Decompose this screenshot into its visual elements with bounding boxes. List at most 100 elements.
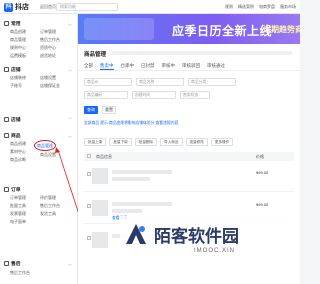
top-nav-cases[interactable]: 精选案例 — [238, 4, 254, 10]
column-price: 价格 — [256, 154, 264, 159]
sidebar-item[interactable]: 退货地址 — [40, 53, 56, 59]
product-price: ¥99.00 — [256, 202, 269, 207]
sidebar-section-common[interactable]: 常用 — [4, 20, 21, 27]
app-logo[interactable]: 抖 抖店 — [4, 2, 29, 12]
sidebar-item[interactable]: 电子面单 — [10, 219, 26, 225]
watermark-subtext: IMOOC.XIN — [194, 248, 236, 254]
sidebar-item[interactable]: 商品设置 — [40, 152, 56, 158]
top-nav-rules[interactable]: 规则 — [225, 4, 233, 10]
star-icon — [4, 21, 9, 26]
top-nav-market[interactable]: 服务市场 — [280, 4, 296, 10]
sidebar-item[interactable]: 发票管理 — [10, 211, 26, 217]
sidebar-item[interactable]: 商品诊断 — [10, 157, 26, 163]
tab-banned[interactable]: 已封禁 — [141, 63, 155, 70]
product-name-blurred — [112, 170, 172, 174]
sidebar-item[interactable]: 售后工作台 — [10, 270, 30, 276]
section-title: 常用 — [11, 22, 21, 27]
page-description — [112, 51, 292, 55]
status-tabs: 全部 售卖中 仓库中 已封禁 审核中 审核驳回 审核通过 — [84, 63, 225, 70]
tab-divider — [78, 70, 300, 71]
watermark-text: 陌客软件园 — [154, 227, 239, 247]
batch-delete-button[interactable]: 批量删除 — [134, 138, 158, 146]
sidebar-section-aftersale[interactable]: 售后 — [4, 260, 21, 267]
sidebar-item[interactable]: 资质中心 — [40, 45, 56, 51]
query-button[interactable]: 查询 — [84, 106, 98, 114]
top-bar: 抖 抖店 返回首页 搜索功能 规则 精选案例 电商罗盘 服务市场 — [0, 0, 300, 14]
top-nav: 规则 精选案例 电商罗盘 服务市场 — [225, 4, 296, 10]
sale-status-select[interactable]: 售卖状态 — [180, 91, 210, 99]
product-thumbnail[interactable] — [92, 200, 108, 216]
product-id-input[interactable]: 商品ID — [84, 78, 132, 86]
product-price: ¥99.00 — [256, 170, 269, 175]
banner-subtitle: 近期趋势商 — [263, 25, 300, 34]
filter-row-1: 商品ID 商品名称 商品分类 — [84, 78, 236, 86]
sidebar-item[interactable]: 商品创建 — [10, 29, 26, 35]
row-checkbox[interactable] — [87, 204, 91, 208]
section-title: 商品 — [11, 134, 21, 139]
row-checkbox[interactable] — [87, 236, 91, 240]
batch-delist-button[interactable]: 批量下架 — [109, 138, 132, 146]
hint-bar[interactable]: 全部商品 提示:商品违规将影响店铺体验分 查看违规内容 — [84, 121, 178, 126]
more-actions-button[interactable]: 更多操作 — [210, 138, 234, 146]
store-icon — [4, 67, 9, 72]
sidebar-section-store[interactable]: 店铺 — [4, 66, 21, 73]
watermark: 陌客软件园 IMOOC.XIN — [120, 216, 298, 278]
batch-list-button[interactable]: 批量上架 — [84, 138, 107, 146]
select-all-checkbox[interactable] — [87, 154, 91, 158]
table-row[interactable]: ¥99.00 — [84, 164, 294, 192]
highlight-circle — [34, 140, 56, 151]
chevron-up-icon[interactable]: ︿ — [68, 187, 72, 193]
batch-edit-button[interactable]: 批量修改 — [185, 138, 208, 146]
row-checkbox[interactable] — [87, 172, 91, 176]
reset-button[interactable]: 重置 — [102, 106, 116, 114]
sidebar-item[interactable]: 批量工具 — [10, 203, 26, 209]
top-nav-compass[interactable]: 电商罗盘 — [259, 4, 275, 10]
product-code-input[interactable]: 商品编码 — [84, 91, 128, 99]
created-time-picker[interactable]: 创建时间 — [132, 91, 176, 99]
douyin-logo-icon: 抖 — [4, 2, 13, 12]
product-thumbnail[interactable] — [92, 232, 108, 248]
sidebar-item[interactable]: 店铺装修 — [10, 75, 26, 81]
tab-all[interactable]: 全部 — [84, 63, 93, 70]
aftersale-icon — [4, 261, 9, 266]
sidebar-item[interactable]: 店铺保证金 — [40, 83, 60, 89]
tab-warehouse[interactable]: 仓库中 — [121, 63, 135, 70]
chevron-down-icon[interactable]: ﹀ — [68, 117, 72, 123]
chevron-up-icon[interactable]: ︿ — [68, 21, 72, 27]
product-thumbnail[interactable] — [92, 168, 108, 184]
sidebar-item[interactable]: 子账号 — [10, 83, 22, 89]
tab-on-sale[interactable]: 售卖中 — [100, 63, 114, 70]
sidebar-item[interactable]: 店铺设置 — [40, 75, 56, 81]
filter-actions: 查询 重置 — [84, 106, 116, 114]
sidebar-item[interactable]: 运费模板 — [10, 53, 26, 59]
sidebar-item[interactable]: 规则中心 — [10, 45, 26, 51]
sidebar-item[interactable]: 售后工作台 — [40, 203, 60, 209]
table-header: 商品信息 价格 — [84, 152, 294, 161]
category-select[interactable]: 商品分类 — [188, 78, 236, 86]
tab-rejected[interactable]: 审核驳回 — [182, 63, 200, 70]
import-button[interactable]: 导入商品 — [160, 138, 183, 146]
search-input[interactable]: 搜索功能 — [56, 3, 118, 11]
tab-reviewing[interactable]: 审核中 — [162, 63, 176, 70]
chevron-up-icon[interactable]: ︿ — [68, 133, 72, 139]
sidebar-item[interactable]: 发货工具 — [40, 211, 56, 217]
sidebar-section-collapsed[interactable]: 店铺 — [4, 116, 21, 123]
sidebar-section-orders[interactable]: 订单 — [4, 186, 21, 193]
sidebar-item[interactable]: 订单管理 — [10, 195, 26, 201]
chevron-up-icon[interactable]: ︿ — [68, 67, 72, 73]
sidebar-item[interactable]: 订单管理 — [40, 29, 56, 35]
tab-approved[interactable]: 审核通过 — [207, 63, 225, 70]
sidebar-section-products[interactable]: 商品 — [4, 132, 21, 139]
sidebar-item[interactable]: 售后工作台 — [40, 37, 60, 43]
chevron-up-icon[interactable]: ︿ — [68, 261, 72, 267]
sidebar-item[interactable]: 评价管理 — [40, 195, 56, 201]
back-home-link[interactable]: 返回首页 — [40, 4, 56, 10]
sidebar-item[interactable]: 素材中心 — [10, 149, 26, 155]
promo-banner[interactable]: 应季日历全新上线 近期趋势商 — [78, 14, 300, 44]
sidebar-item[interactable]: 商品创建 — [10, 141, 26, 147]
product-name-input[interactable]: 商品名称 — [136, 78, 184, 86]
sidebar-item[interactable]: 商品管理 — [10, 37, 26, 43]
banner-decoration — [84, 18, 154, 40]
product-name-blurred — [112, 202, 172, 206]
section-title: 店铺 — [11, 118, 21, 123]
